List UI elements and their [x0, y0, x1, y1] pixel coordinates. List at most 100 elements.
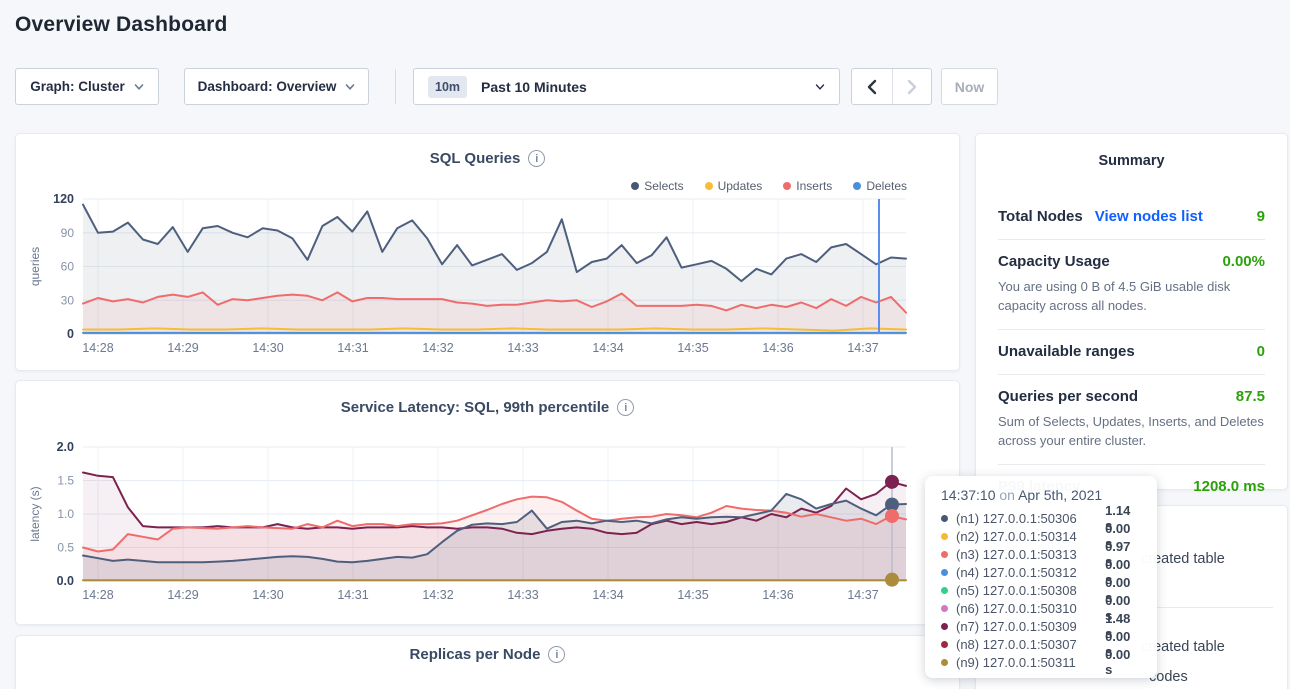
node-address: (n5) 127.0.0.1:50308 — [956, 583, 1105, 598]
svg-text:14:32: 14:32 — [422, 588, 453, 602]
chevron-left-icon — [866, 79, 878, 95]
tooltip-timestamp: 14:37:10 on Apr 5th, 2021 — [941, 487, 1141, 503]
capacity-usage-desc: You are using 0 B of 4.5 GiB usable disk… — [998, 277, 1265, 315]
chevron-down-icon — [134, 82, 144, 92]
svg-text:0: 0 — [67, 327, 74, 341]
sql-queries-card: SQL Queries i SelectsUpdatesInsertsDelet… — [15, 133, 960, 371]
tooltip-rows: (n1) 127.0.0.1:503061.14 s(n2) 127.0.0.1… — [941, 509, 1141, 671]
overview-dashboard-page: Overview Dashboard Graph: Cluster Dashbo… — [0, 0, 1290, 689]
svg-text:1.5: 1.5 — [57, 474, 74, 488]
node-address: (n7) 127.0.0.1:50309 — [956, 619, 1105, 634]
summary-title: Summary — [998, 153, 1265, 169]
toolbar-divider — [395, 69, 396, 104]
replicas-per-node-card: Replicas per Node i — [15, 635, 960, 689]
capacity-usage-label: Capacity Usage — [998, 253, 1110, 270]
svg-text:30: 30 — [61, 293, 75, 307]
svg-text:14:36: 14:36 — [762, 341, 793, 355]
qps-desc: Sum of Selects, Updates, Inserts, and De… — [998, 412, 1265, 450]
svg-text:14:29: 14:29 — [167, 588, 198, 602]
svg-text:14:28: 14:28 — [82, 588, 113, 602]
time-range-label: Past 10 Minutes — [481, 79, 587, 95]
capacity-usage-value: 0.00% — [1222, 253, 1265, 270]
node-address: (n1) 127.0.0.1:50306 — [956, 511, 1105, 526]
summary-row-unavailable-ranges: Unavailable ranges 0 — [998, 330, 1265, 375]
view-nodes-list-link[interactable]: View nodes list — [1095, 208, 1203, 225]
svg-text:14:33: 14:33 — [507, 341, 538, 355]
info-icon[interactable]: i — [548, 646, 565, 663]
graph-dropdown-label: Graph: Cluster — [30, 79, 125, 94]
svg-text:90: 90 — [61, 226, 75, 240]
svg-text:14:36: 14:36 — [762, 588, 793, 602]
time-range-dropdown[interactable]: 10m Past 10 Minutes — [413, 68, 840, 105]
node-color-dot — [941, 533, 948, 540]
svg-text:14:35: 14:35 — [677, 341, 708, 355]
node-color-dot — [941, 587, 948, 594]
chevron-down-icon — [815, 82, 825, 92]
svg-text:14:33: 14:33 — [507, 588, 538, 602]
svg-text:0.5: 0.5 — [57, 541, 74, 555]
node-color-dot — [941, 623, 948, 630]
svg-text:0.0: 0.0 — [57, 574, 74, 588]
summary-panel: Summary Total Nodes View nodes list 9 Ca… — [975, 133, 1288, 490]
now-button[interactable]: Now — [941, 68, 998, 105]
node-address: (n4) 127.0.0.1:50312 — [956, 565, 1105, 580]
total-nodes-label: Total Nodes — [998, 208, 1083, 225]
svg-text:14:30: 14:30 — [252, 588, 283, 602]
node-address: (n6) 127.0.0.1:50310 — [956, 601, 1105, 616]
total-nodes-value: 9 — [1257, 208, 1265, 225]
svg-text:14:34: 14:34 — [592, 588, 623, 602]
time-range-badge: 10m — [428, 76, 467, 98]
chart-hover-tooltip: 14:37:10 on Apr 5th, 2021 (n1) 127.0.0.1… — [925, 476, 1157, 678]
replicas-per-node-title: Replicas per Node i — [16, 646, 959, 663]
node-address: (n3) 127.0.0.1:50313 — [956, 547, 1105, 562]
svg-text:queries: queries — [28, 247, 42, 286]
chevron-right-icon — [906, 79, 918, 95]
sql-queries-chart[interactable]: 14:28 14:29 14:30 14:31 14:32 14:33 14:34 14:35… — [16, 134, 961, 372]
step-forward-button[interactable] — [892, 69, 932, 104]
summary-row-total-nodes: Total Nodes View nodes list 9 — [998, 195, 1265, 240]
service-latency-card: Service Latency: SQL, 99th percentile i … — [15, 380, 960, 625]
qps-value: 87.5 — [1236, 388, 1265, 405]
svg-text:14:29: 14:29 — [167, 341, 198, 355]
svg-text:120: 120 — [53, 192, 74, 206]
summary-row-qps: Queries per second 87.5 Sum of Selects, … — [998, 375, 1265, 465]
node-color-dot — [941, 605, 948, 612]
dashboard-dropdown[interactable]: Dashboard: Overview — [184, 68, 369, 105]
step-back-button[interactable] — [852, 69, 892, 104]
svg-text:60: 60 — [61, 260, 75, 274]
node-color-dot — [941, 641, 948, 648]
svg-text:14:30: 14:30 — [252, 341, 283, 355]
summary-row-capacity: Capacity Usage 0.00% You are using 0 B o… — [998, 240, 1265, 330]
graph-dropdown[interactable]: Graph: Cluster — [15, 68, 159, 105]
svg-text:14:35: 14:35 — [677, 588, 708, 602]
svg-text:2.0: 2.0 — [57, 440, 74, 454]
svg-text:1.0: 1.0 — [57, 507, 74, 521]
page-title: Overview Dashboard — [15, 13, 228, 37]
svg-text:14:37: 14:37 — [847, 341, 878, 355]
svg-text:14:37: 14:37 — [847, 588, 878, 602]
svg-text:14:31: 14:31 — [337, 341, 368, 355]
now-button-label: Now — [955, 79, 985, 95]
unavailable-ranges-label: Unavailable ranges — [998, 343, 1135, 360]
time-step-buttons — [851, 68, 932, 105]
node-color-dot — [941, 569, 948, 576]
qps-label: Queries per second — [998, 388, 1138, 405]
unavailable-ranges-value: 0 — [1257, 343, 1265, 360]
chevron-down-icon — [345, 82, 355, 92]
node-address: (n8) 127.0.0.1:50307 — [956, 637, 1105, 652]
node-latency-value: 0.00 s — [1105, 647, 1141, 677]
node-color-dot — [941, 659, 948, 666]
service-latency-chart[interactable]: 14:28 14:29 14:30 14:31 14:32 14:33 14:34 14:35… — [16, 381, 961, 626]
svg-text:14:32: 14:32 — [422, 341, 453, 355]
node-address: (n9) 127.0.0.1:50311 — [956, 655, 1105, 670]
node-color-dot — [941, 515, 948, 522]
node-address: (n2) 127.0.0.1:50314 — [956, 529, 1105, 544]
svg-text:14:34: 14:34 — [592, 341, 623, 355]
node-color-dot — [941, 551, 948, 558]
svg-text:latency (s): latency (s) — [28, 486, 42, 541]
dashboard-dropdown-label: Dashboard: Overview — [198, 79, 337, 94]
p99-latency-value: 1208.0 ms — [1193, 478, 1265, 495]
svg-text:14:28: 14:28 — [82, 341, 113, 355]
svg-text:14:31: 14:31 — [337, 588, 368, 602]
tooltip-row: (n9) 127.0.0.1:503110.00 s — [941, 653, 1141, 671]
